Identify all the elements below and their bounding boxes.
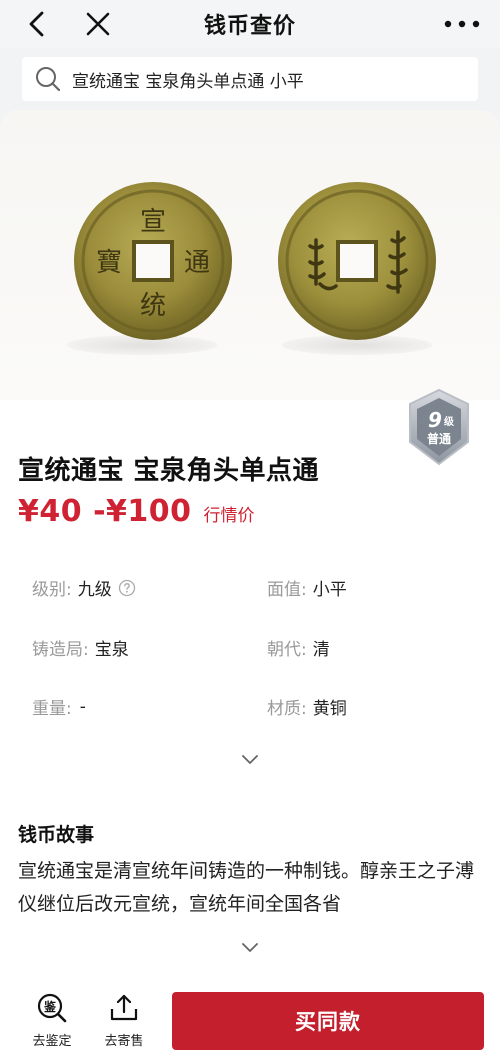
back-icon[interactable] <box>22 8 54 40</box>
svg-text:鉴: 鉴 <box>43 999 57 1014</box>
consign-button[interactable]: 去寄售 <box>94 992 154 1050</box>
search-query: 宣统通宝 宝泉角头单点通 小平 <box>72 71 304 92</box>
bottom-action-bar: 鉴 去鉴定 去寄售 买同款 <box>0 990 500 1051</box>
coin-detail-card: 宣 通 统 寶 9 级 普通 宣统通宝 宝泉角头单点通 ¥40 -¥100 行情… <box>0 110 500 990</box>
attr-mint: 铸造局: 宝泉 <box>32 635 129 660</box>
attr-dynasty-value: 清 <box>312 640 330 660</box>
svg-text:级: 级 <box>443 415 455 428</box>
svg-text:普通: 普通 <box>427 431 451 446</box>
search-bar[interactable]: 宣统通宝 宝泉角头单点通 小平 <box>22 57 478 101</box>
attr-face-value: 面值: 小平 <box>267 575 347 600</box>
help-icon[interactable] <box>118 579 136 597</box>
svg-text:通: 通 <box>184 248 210 278</box>
magnifier-appraise-icon: 鉴 <box>37 993 67 1023</box>
appraise-label: 去鉴定 <box>32 1034 72 1049</box>
coin-image-area: 宣 通 统 寶 <box>0 110 500 400</box>
svg-text:9: 9 <box>428 408 442 432</box>
attr-material-key: 材质: <box>267 699 307 719</box>
svg-text:宣: 宣 <box>140 207 166 237</box>
search-icon <box>36 67 61 92</box>
more-icon[interactable] <box>442 10 482 38</box>
market-price-link[interactable]: 行情价 <box>204 501 255 526</box>
page-title: 钱币查价 <box>203 14 296 39</box>
appraise-button[interactable]: 鉴 去鉴定 <box>22 992 82 1050</box>
attr-face-key: 面值: <box>267 580 307 600</box>
buy-same-button[interactable]: 买同款 <box>172 992 484 1050</box>
coin-title: 宣统通宝 宝泉角头单点通 <box>18 456 320 486</box>
expand-attributes-chevron-down-icon[interactable] <box>240 752 260 766</box>
attr-mint-value: 宝泉 <box>94 640 129 660</box>
svg-text:寶: 寶 <box>96 248 122 278</box>
attr-level-value: 九级 <box>77 580 112 600</box>
attr-level-key: 级别: <box>32 580 72 600</box>
nav-bar: 钱币查价 <box>0 0 500 48</box>
coin-obverse-image[interactable]: 宣 通 统 寶 <box>72 180 234 342</box>
price-range: ¥40 -¥100 <box>18 494 192 529</box>
attr-weight-value: - <box>79 696 86 717</box>
upload-tray-icon <box>110 994 138 1021</box>
close-icon[interactable] <box>82 8 114 40</box>
coin-reverse-image[interactable] <box>276 180 438 342</box>
attr-face-value-text: 小平 <box>312 580 347 600</box>
price-row: ¥40 -¥100 行情价 <box>18 494 255 529</box>
attr-weight: 重量: - <box>32 694 86 720</box>
story-text: 宣统通宝是清宣统年间铸造的一种制钱。醇亲王之子溥仪继位后改元宣统，宣统年间全国各… <box>18 860 475 915</box>
attr-dynasty-key: 朝代: <box>267 640 307 660</box>
attr-mint-key: 铸造局: <box>32 640 89 660</box>
consign-label: 去寄售 <box>104 1034 144 1049</box>
attr-level: 级别: 九级 <box>32 575 136 600</box>
attr-material: 材质: 黄铜 <box>267 694 347 719</box>
grade-badge: 9 级 普通 <box>404 387 474 467</box>
svg-text:统: 统 <box>140 291 166 321</box>
expand-story-chevron-down-icon[interactable] <box>240 940 260 954</box>
attr-weight-key: 重量: <box>32 699 72 719</box>
attr-dynasty: 朝代: 清 <box>267 635 330 660</box>
attr-material-value: 黄铜 <box>312 699 347 719</box>
story-title: 钱币故事 <box>18 824 95 846</box>
